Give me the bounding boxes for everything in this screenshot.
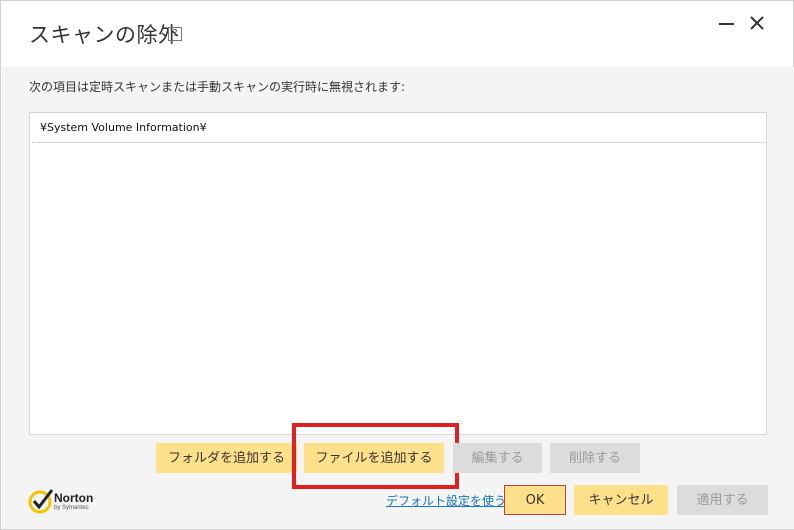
restore-defaults-link[interactable]: デフォルト設定を使う — [386, 492, 506, 509]
title-bar: スキャンの除外 ? — [1, 1, 793, 67]
norton-checkmark-icon — [28, 489, 54, 514]
list-item[interactable]: ¥System Volume Information¥ — [32, 113, 764, 143]
instruction-text: 次の項目は定時スキャンまたは手動スキャンの実行時に無視されます: — [29, 80, 406, 94]
ok-button[interactable]: OK — [504, 485, 566, 515]
exclusion-list[interactable]: ¥System Volume Information¥ — [29, 112, 767, 435]
help-icon[interactable]: ? — [168, 27, 182, 41]
apply-button[interactable]: 適用する — [677, 485, 768, 515]
norton-brand-sub: by Symantec — [54, 505, 89, 511]
dialog-content: 次の項目は定時スキャンまたは手動スキャンの実行時に無視されます: ¥System… — [2, 67, 794, 529]
add-file-button[interactable]: ファイルを追加する — [304, 443, 444, 473]
dialog-title: スキャンの除外 — [29, 23, 180, 47]
add-folder-button[interactable]: フォルダを追加する — [156, 443, 297, 473]
minimize-icon — [719, 23, 734, 25]
delete-button[interactable]: 削除する — [550, 443, 640, 473]
minimize-button[interactable] — [715, 11, 739, 35]
norton-logo: Norton by Symantec — [28, 487, 108, 519]
scan-exclusions-dialog: スキャンの除外 ? 次の項目は定時スキャンまたは手動スキャンの実行時に無視されま… — [0, 0, 794, 530]
edit-button[interactable]: 編集する — [453, 443, 542, 473]
norton-brand: Norton — [54, 491, 94, 505]
close-icon — [750, 16, 764, 30]
close-button[interactable] — [745, 11, 769, 35]
cancel-button[interactable]: キャンセル — [574, 485, 668, 515]
